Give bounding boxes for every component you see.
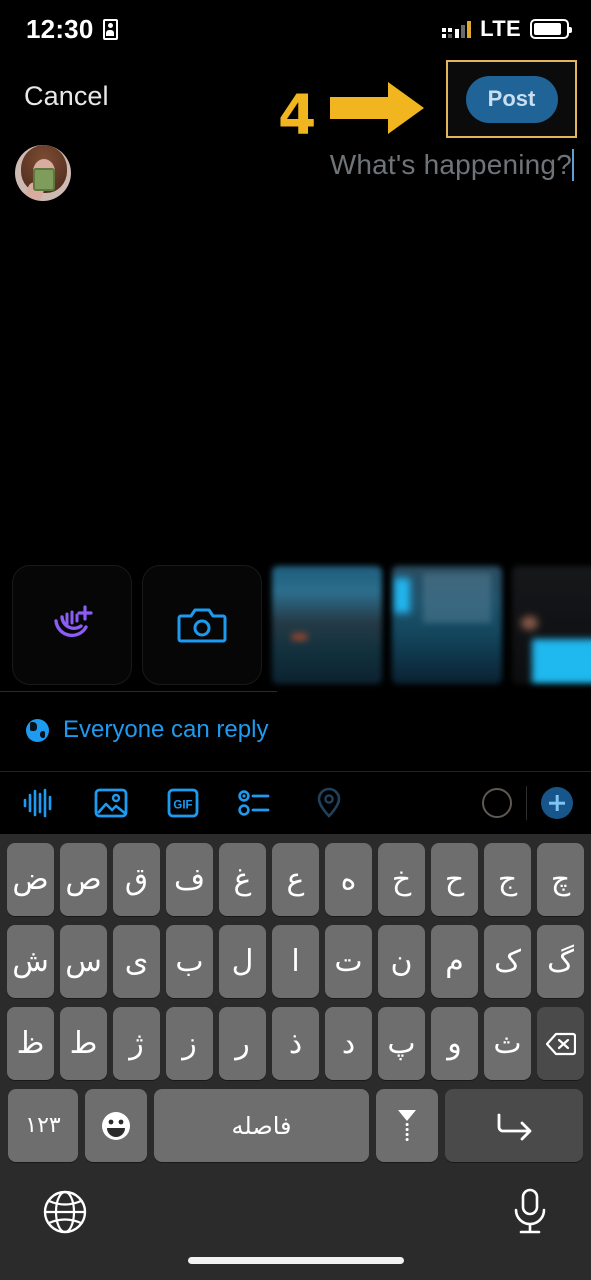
image-icon [94, 788, 128, 818]
key-1[interactable]: ص [60, 843, 107, 916]
key-11[interactable]: ش [7, 925, 54, 998]
media-picker-strip [0, 560, 591, 690]
cancel-button[interactable]: Cancel [24, 81, 109, 112]
microphone-button[interactable] [511, 1187, 549, 1242]
network-type-label: LTE [480, 16, 521, 41]
key-24[interactable]: ژ [113, 1007, 160, 1080]
gallery-thumbnail-3[interactable] [512, 566, 591, 684]
audio-waveform-button[interactable] [12, 779, 66, 827]
compose-placeholder: ?What's happening [329, 149, 572, 180]
key-26[interactable]: ر [219, 1007, 266, 1080]
compose-text-input[interactable]: ?What's happening [330, 149, 575, 181]
key-0[interactable]: ض [7, 843, 54, 916]
language-globe-icon [43, 1190, 87, 1234]
home-indicator[interactable] [187, 1257, 404, 1264]
camera-icon [177, 608, 227, 643]
character-count-ring [482, 788, 512, 818]
avatar[interactable] [15, 145, 71, 201]
add-post-plus-button[interactable] [541, 787, 573, 819]
key-20[interactable]: ک [484, 925, 531, 998]
dual-sim-signal-icon [442, 20, 472, 38]
space-key[interactable]: فاصله [154, 1089, 369, 1162]
key-15[interactable]: ل [219, 925, 266, 998]
key-29[interactable]: پ [378, 1007, 425, 1080]
audio-waveform-icon [23, 788, 52, 818]
backspace-key[interactable] [537, 1007, 584, 1080]
poll-icon [238, 790, 270, 816]
key-7[interactable]: خ [378, 843, 425, 916]
key-27[interactable]: ذ [272, 1007, 319, 1080]
globe-icon [26, 718, 49, 742]
voice-add-icon [54, 605, 93, 638]
emoji-smiley-icon [102, 1111, 130, 1140]
gif-button[interactable]: GIF [156, 779, 210, 827]
emoji-key[interactable] [85, 1089, 147, 1162]
key-22[interactable]: ظ [7, 1007, 54, 1080]
key-12[interactable]: س [60, 925, 107, 998]
poll-button[interactable] [228, 779, 282, 827]
status-bar: 12:30 LTE [0, 0, 591, 58]
key-17[interactable]: ت [325, 925, 372, 998]
status-bar-time: 12:30 [26, 13, 94, 44]
key-10[interactable]: چ [537, 843, 584, 916]
key-31[interactable]: ث [484, 1007, 531, 1080]
phone-screen: 12:30 LTE Cancel Post 4 ?What's happenin… [0, 0, 591, 1280]
voice-input-icon [398, 1109, 416, 1141]
voice-record-button[interactable] [12, 565, 132, 685]
compose-toolbar: GIF [0, 772, 591, 834]
strip-divider [0, 691, 277, 692]
gallery-thumbnail-2[interactable] [392, 566, 502, 684]
post-button[interactable]: Post [465, 75, 558, 123]
keyboard-row-4: ۱۲۳ فاصله [3, 1089, 588, 1162]
key-16[interactable]: ا [272, 925, 319, 998]
status-bar-left: 12:30 [26, 14, 118, 45]
image-button[interactable] [84, 779, 138, 827]
gallery-thumbnail-1[interactable] [272, 566, 382, 684]
key-18[interactable]: ن [378, 925, 425, 998]
battery-icon [530, 19, 572, 39]
key-2[interactable]: ق [113, 843, 160, 916]
key-8[interactable]: ح [431, 843, 478, 916]
compose-area: ?What's happening [0, 135, 591, 555]
post-button-highlight: Post [446, 60, 577, 138]
key-5[interactable]: ع [272, 843, 319, 916]
location-button[interactable] [302, 779, 356, 827]
reply-setting-label: Everyone can reply [63, 716, 269, 743]
key-6[interactable]: ه [325, 843, 372, 916]
voice-input-key[interactable] [376, 1089, 438, 1162]
key-14[interactable]: ب [166, 925, 213, 998]
keyboard-bottom-bar [0, 1171, 591, 1280]
gif-icon: GIF [167, 788, 199, 818]
persian-keyboard: ض ص ق ف غ ع ه خ ح ج چ ش س ی ب ل ا ت ن م … [0, 834, 591, 1171]
keyboard-row-1: ض ص ق ف غ ع ه خ ح ج چ [3, 843, 588, 916]
key-28[interactable]: د [325, 1007, 372, 1080]
key-9[interactable]: ج [484, 843, 531, 916]
text-caret [572, 149, 574, 181]
microphone-icon [514, 1188, 546, 1234]
location-pin-icon [317, 787, 341, 818]
keyboard-row-3: ظ ط ژ ز ر ذ د پ و ث [3, 1007, 588, 1080]
reply-setting-button[interactable]: Everyone can reply [0, 700, 591, 760]
enter-return-icon [497, 1113, 532, 1140]
key-13[interactable]: ی [113, 925, 160, 998]
camera-button[interactable] [142, 565, 262, 685]
toolbar-separator [526, 786, 527, 820]
sim-card-icon [102, 18, 118, 40]
svg-text:GIF: GIF [173, 800, 192, 812]
language-globe-button[interactable] [42, 1189, 88, 1240]
numbers-key[interactable]: ۱۲۳ [8, 1089, 78, 1162]
key-25[interactable]: ز [166, 1007, 213, 1080]
right-arrow-annotation [330, 82, 424, 134]
keyboard-row-2: ش س ی ب ل ا ت ن م ک گ [3, 925, 588, 998]
key-30[interactable]: و [431, 1007, 478, 1080]
key-21[interactable]: گ [537, 925, 584, 998]
key-3[interactable]: ف [166, 843, 213, 916]
status-bar-right: LTE [442, 16, 572, 42]
backspace-icon [545, 1032, 576, 1055]
key-19[interactable]: م [431, 925, 478, 998]
key-23[interactable]: ط [60, 1007, 107, 1080]
enter-key[interactable] [445, 1089, 583, 1162]
key-4[interactable]: غ [219, 843, 266, 916]
